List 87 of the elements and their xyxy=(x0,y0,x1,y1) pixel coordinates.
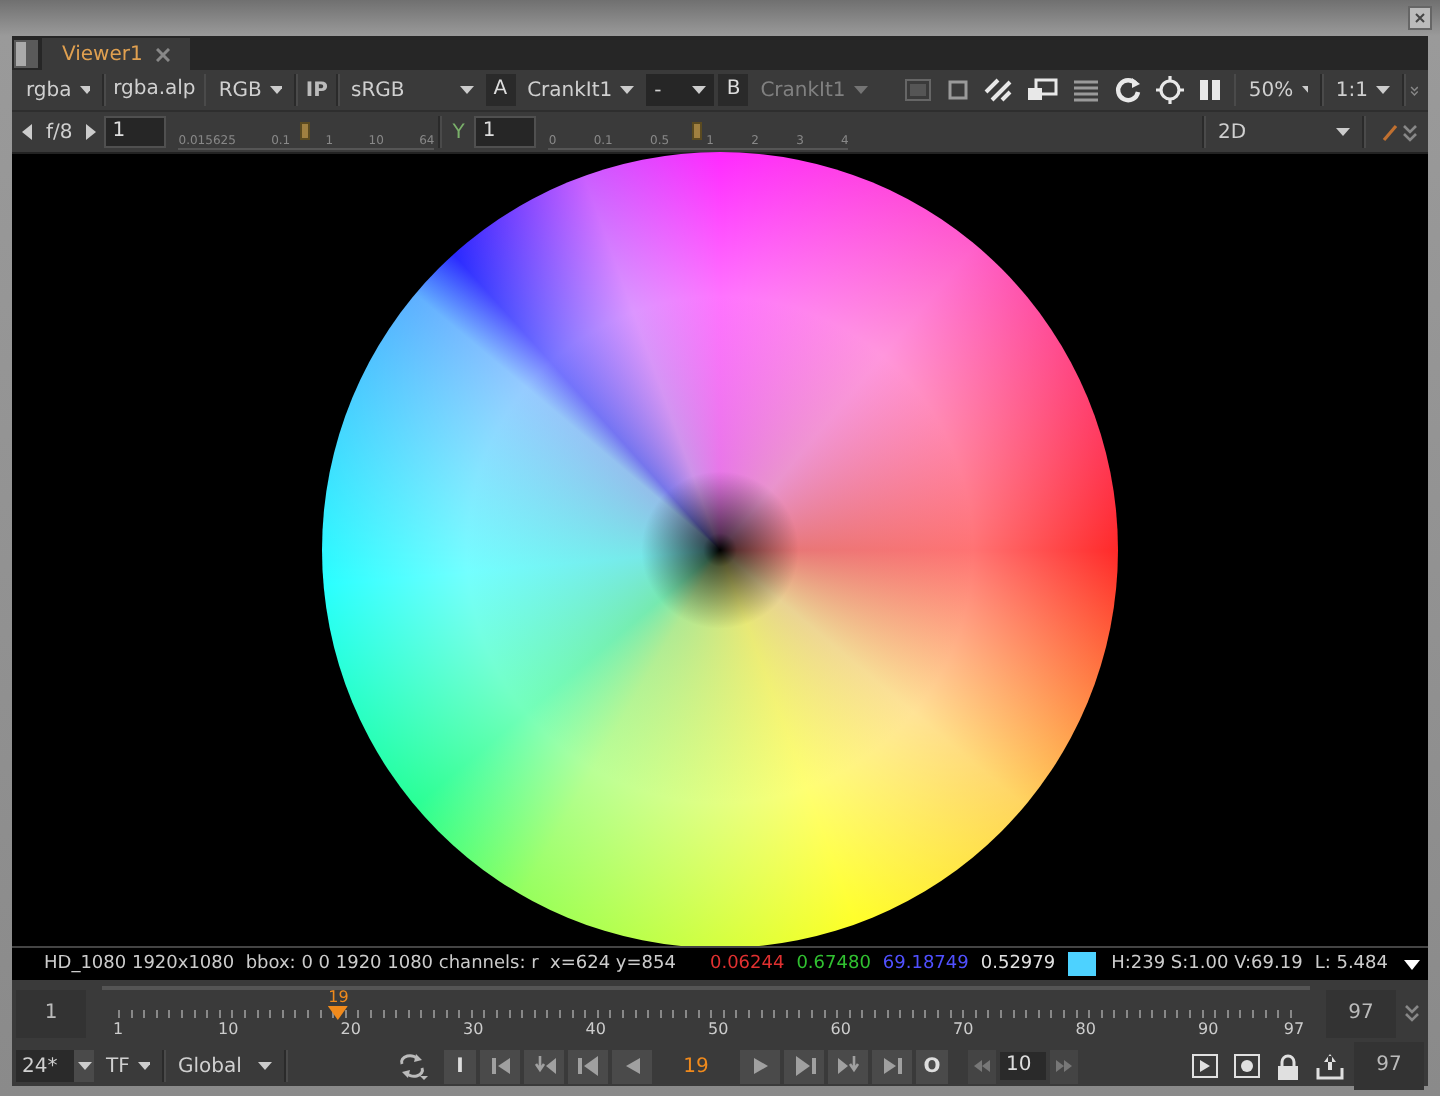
step-right-icon[interactable] xyxy=(86,124,97,140)
pixel-value: 0.67480 xyxy=(796,954,871,974)
frame-number: 30 xyxy=(463,1019,484,1037)
frame-icon[interactable] xyxy=(945,78,970,102)
frame-number: 40 xyxy=(585,1019,606,1037)
input-a-button[interactable]: A xyxy=(485,74,516,106)
skip-back-button[interactable] xyxy=(968,1049,996,1083)
proxy-dropdown[interactable]: 1:1 xyxy=(1327,74,1399,106)
first-frame-button[interactable] xyxy=(480,1049,520,1083)
image-info-text: HD_1080 1920x1080 bbox: 0 0 1920 1080 channels: r x=624 y=854 xyxy=(44,954,676,974)
frame-number: 10 xyxy=(218,1019,239,1037)
gamma-field[interactable]: 1 xyxy=(474,116,537,148)
brush-icon[interactable] xyxy=(1382,123,1398,141)
next-keyframe-icon xyxy=(835,1054,861,1078)
record-icon[interactable] xyxy=(1234,1054,1260,1078)
pixel-value: 69.18749 xyxy=(882,954,969,974)
lut-dropdown[interactable]: sRGB xyxy=(343,74,482,106)
skip-forward-icon xyxy=(1054,1058,1074,1074)
alpha-channel-field[interactable]: rgba.alp xyxy=(109,74,200,106)
pixel-value: 0.06244 xyxy=(709,954,785,974)
frame-number: 97 xyxy=(1283,1019,1305,1037)
close-icon[interactable] xyxy=(156,47,171,61)
lock-icon[interactable] xyxy=(1276,1053,1300,1079)
wipe-mode-dropdown[interactable]: - xyxy=(646,74,715,106)
current-frame-field[interactable]: 19 xyxy=(656,1055,736,1077)
play-box-icon[interactable] xyxy=(1192,1054,1218,1078)
loop-icon[interactable] xyxy=(396,1052,428,1080)
skip-back-icon xyxy=(972,1058,992,1074)
pixel-value: 0.52979 xyxy=(980,954,1056,974)
increment-field[interactable]: 10 xyxy=(1000,1052,1046,1080)
frame-number: 70 xyxy=(953,1019,974,1037)
refresh-icon[interactable] xyxy=(1113,76,1142,104)
slider-thumb[interactable] xyxy=(691,121,702,139)
frame-number: 20 xyxy=(340,1019,361,1037)
time-format-dropdown[interactable]: TF xyxy=(98,1050,158,1082)
display-channels-dropdown[interactable]: RGB xyxy=(210,74,291,106)
timeline-ruler[interactable]: 1 10 20 30 40 50 60 70 80 90 97 19 xyxy=(102,983,1310,1043)
first-frame-icon xyxy=(487,1054,513,1078)
overlay-icon[interactable] xyxy=(1025,78,1058,102)
step-back-button[interactable] xyxy=(568,1049,608,1083)
frame-number: 1 xyxy=(112,1019,124,1037)
slider-thumb[interactable] xyxy=(299,121,310,139)
step-left-icon[interactable] xyxy=(22,124,32,140)
fps-field[interactable]: 24* xyxy=(16,1050,94,1082)
pause-icon[interactable] xyxy=(1197,78,1222,102)
luminance-readout: L: 5.484 xyxy=(1314,954,1388,974)
zoom-dropdown[interactable]: 50% xyxy=(1240,74,1317,106)
frame-number: 80 xyxy=(1075,1019,1096,1037)
frame-number: 90 xyxy=(1198,1019,1219,1037)
out-frame-field[interactable]: 97 xyxy=(1326,989,1396,1037)
last-frame-button[interactable] xyxy=(872,1049,912,1083)
step-back-icon xyxy=(575,1054,601,1078)
range-dropdown[interactable]: Global xyxy=(170,1050,280,1082)
crosshair-icon[interactable] xyxy=(1155,76,1184,104)
panel-menu-icon[interactable] xyxy=(14,40,38,68)
step-forward-icon xyxy=(791,1054,817,1078)
previous-keyframe-icon xyxy=(531,1054,557,1078)
input-a-dropdown[interactable]: CrankIt1 xyxy=(519,74,643,106)
skip-forward-button[interactable] xyxy=(1050,1049,1078,1083)
previous-keyframe-button[interactable] xyxy=(524,1049,564,1083)
frame-number: 60 xyxy=(830,1019,851,1037)
hsv-readout: H:239 S:1.00 V:69.19 xyxy=(1111,954,1303,974)
last-frame-icon xyxy=(879,1054,905,1078)
out-point-button[interactable]: O xyxy=(916,1049,948,1083)
chevron-icon[interactable] xyxy=(1404,1004,1420,1022)
view-mode-dropdown[interactable]: 2D xyxy=(1210,116,1358,148)
gain-field[interactable]: 1 xyxy=(104,116,167,148)
frame-number: 50 xyxy=(708,1019,729,1037)
ip-button[interactable]: IP xyxy=(301,79,332,101)
in-frame-field[interactable]: 1 xyxy=(16,989,86,1037)
play-backward-button[interactable] xyxy=(612,1049,652,1083)
viewer-tab[interactable]: Viewer1 xyxy=(42,38,191,70)
chevron-icon[interactable] xyxy=(1409,81,1419,99)
lines-icon[interactable] xyxy=(1071,78,1100,102)
play-forward-button[interactable] xyxy=(740,1049,780,1083)
gamma-label: Y xyxy=(450,121,467,143)
stripes-icon[interactable] xyxy=(983,78,1012,102)
menu-caret-icon[interactable] xyxy=(1404,959,1420,969)
channels-dropdown[interactable]: rgba xyxy=(18,74,98,106)
in-point-button[interactable]: I xyxy=(444,1049,476,1083)
step-forward-button[interactable] xyxy=(784,1049,824,1083)
gain-label: f/8 xyxy=(44,121,75,143)
close-icon[interactable] xyxy=(1408,6,1432,30)
next-keyframe-button[interactable] xyxy=(828,1049,868,1083)
export-icon[interactable] xyxy=(1316,1053,1344,1079)
chevron-icon[interactable] xyxy=(1402,123,1418,141)
end-frame-field[interactable]: 97 xyxy=(1354,1042,1424,1090)
